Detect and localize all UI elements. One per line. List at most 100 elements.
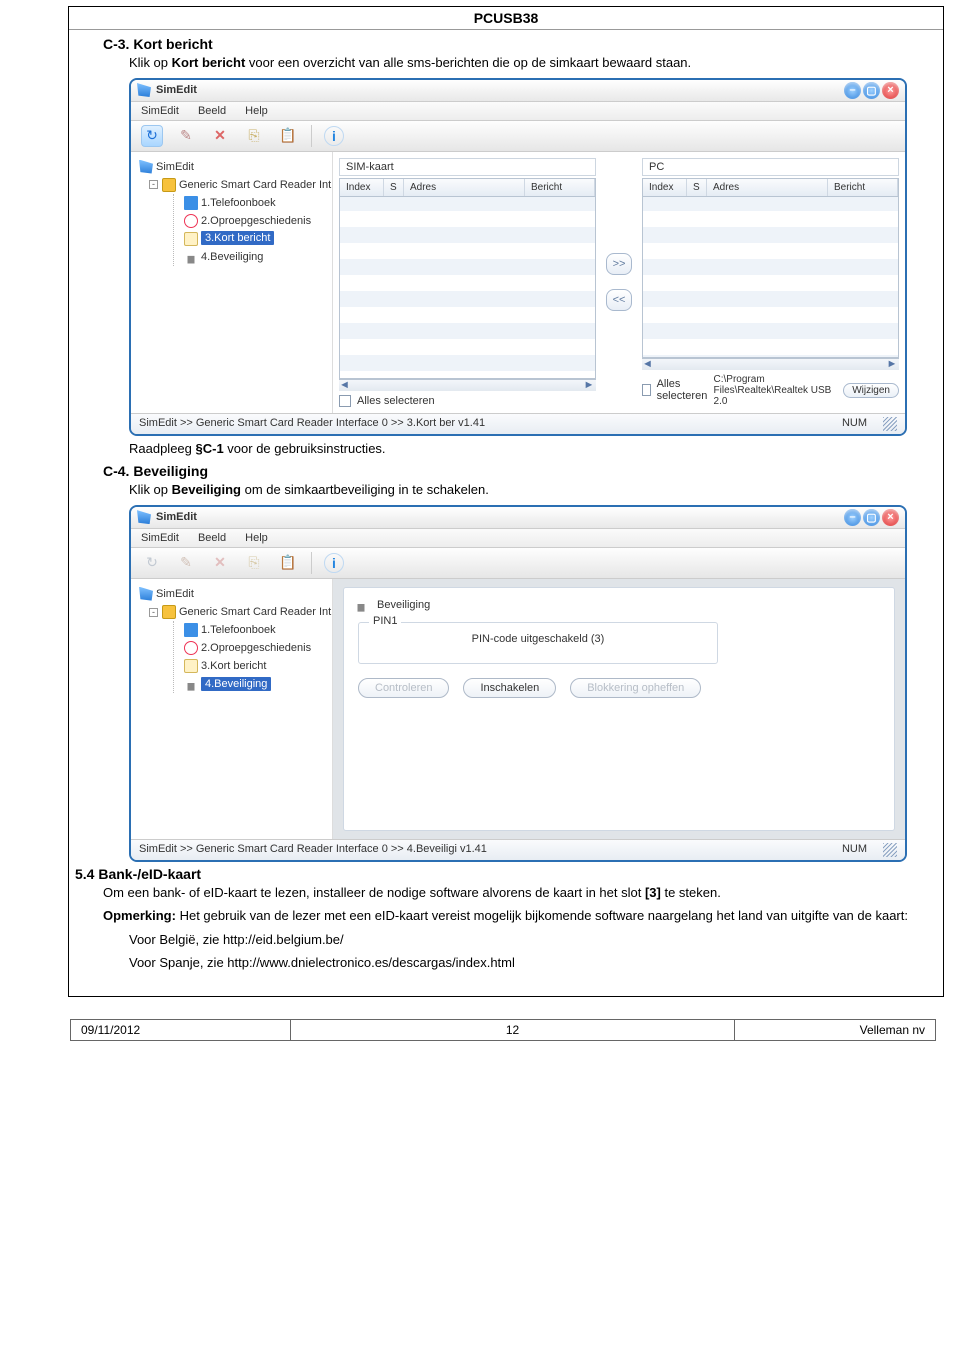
book-icon <box>184 623 198 637</box>
col-s[interactable]: S <box>384 179 404 196</box>
doc-product-title: PCUSB38 <box>69 7 943 30</box>
tree-label: Generic Smart Card Reader Int <box>179 606 331 618</box>
tree-sidebar: SimEdit - Generic Smart Card Reader Int 1… <box>131 152 333 413</box>
enable-button[interactable]: Inschakelen <box>463 678 556 698</box>
tree-item-history[interactable]: 2.Oproepgeschiedenis <box>182 639 328 657</box>
menu-beeld[interactable]: Beeld <box>198 105 226 117</box>
tree-root[interactable]: SimEdit <box>137 158 328 176</box>
menu-beeld[interactable]: Beeld <box>198 532 226 544</box>
toolbar: ↻ ✎ ✕ ⎘ 📋 i <box>131 121 905 152</box>
scroll-left-icon[interactable]: ◄ <box>642 359 656 369</box>
tree-item-phonebook[interactable]: 1.Telefoonboek <box>182 194 328 212</box>
scroll-right-icon[interactable]: ► <box>582 380 596 390</box>
minimize-icon[interactable]: – <box>844 82 861 99</box>
sim-grid: SIM-kaart Index S Adres Bericht ◄ ► <box>339 158 596 407</box>
tree-reader[interactable]: - Generic Smart Card Reader Int <box>147 176 328 194</box>
col-adres[interactable]: Adres <box>707 179 828 196</box>
minimize-icon[interactable]: – <box>844 509 861 526</box>
menu-help[interactable]: Help <box>245 105 268 117</box>
paste-icon[interactable]: 📋 <box>277 125 299 147</box>
tree-label: 1.Telefoonboek <box>201 624 276 636</box>
hscroll[interactable]: ◄ ► <box>339 379 596 391</box>
message-icon <box>184 232 198 246</box>
pc-grid: PC Index S Adres Bericht ◄ ► <box>642 158 899 407</box>
change-button[interactable]: Wijzigen <box>843 383 899 398</box>
text-bold: §C-1 <box>196 441 224 456</box>
tree-item-security[interactable]: 4.Beveiliging <box>182 675 328 693</box>
refresh-icon: ↻ <box>141 552 163 574</box>
new-icon[interactable]: ✎ <box>175 125 197 147</box>
tree-item-sms[interactable]: 3.Kort bericht <box>182 230 328 248</box>
tree-item-security[interactable]: 4.Beveiliging <box>182 248 328 266</box>
resize-grip-icon[interactable] <box>883 843 897 857</box>
scroll-left-icon[interactable]: ◄ <box>339 380 353 390</box>
history-icon <box>184 641 198 655</box>
tree-item-sms[interactable]: 3.Kort bericht <box>182 657 328 675</box>
tree-label: SimEdit <box>156 588 194 600</box>
menubar: SimEdit Beeld Help <box>131 529 905 548</box>
text-bold: Opmerking: <box>103 908 176 923</box>
delete-icon: ✕ <box>209 552 231 574</box>
tree-item-history[interactable]: 2.Oproepgeschiedenis <box>182 212 328 230</box>
footer-page-number: 12 <box>291 1020 735 1040</box>
col-adres[interactable]: Adres <box>404 179 525 196</box>
resize-grip-icon[interactable] <box>883 417 897 431</box>
text: Klik op <box>129 482 172 497</box>
new-icon: ✎ <box>175 552 197 574</box>
refresh-icon[interactable]: ↻ <box>141 125 163 147</box>
text: om de simkaartbeveiliging in te schakele… <box>241 482 489 497</box>
app-icon <box>137 83 151 97</box>
menu-simedit[interactable]: SimEdit <box>141 532 179 544</box>
sim-icon <box>139 587 153 601</box>
chip-icon <box>162 178 176 192</box>
move-left-button[interactable]: << <box>606 289 632 311</box>
tree-root[interactable]: SimEdit <box>137 585 328 603</box>
grid-header: Index S Adres Bericht <box>340 179 595 197</box>
status-num: NUM <box>842 417 867 431</box>
maximize-icon[interactable]: ▢ <box>863 82 880 99</box>
close-icon[interactable]: × <box>882 82 899 99</box>
book-icon <box>184 196 198 210</box>
heading-5-4: 5.4 Bank-/eID-kaart <box>75 866 915 882</box>
collapse-icon[interactable]: - <box>149 608 158 617</box>
status-num: NUM <box>842 843 867 857</box>
para-5-4-1: Om een bank- of eID-kaart te lezen, inst… <box>103 884 915 902</box>
col-bericht[interactable]: Bericht <box>525 179 595 196</box>
collapse-icon[interactable]: - <box>149 180 158 189</box>
close-icon[interactable]: × <box>882 509 899 526</box>
toolbar: ↻ ✎ ✕ ⎘ 📋 i <box>131 548 905 579</box>
control-button: Controleren <box>358 678 449 698</box>
grid-label-sim: SIM-kaart <box>339 158 596 176</box>
col-index[interactable]: Index <box>340 179 384 196</box>
tree-label: Generic Smart Card Reader Int <box>179 178 331 190</box>
copy-icon[interactable]: ⎘ <box>243 125 265 147</box>
text: Klik op <box>129 55 172 70</box>
hscroll[interactable]: ◄ ► <box>642 358 899 370</box>
pin1-legend: PIN1 <box>369 615 401 627</box>
scroll-right-icon[interactable]: ► <box>885 359 899 369</box>
window-title: SimEdit <box>156 511 844 523</box>
col-index[interactable]: Index <box>643 179 687 196</box>
move-right-button[interactable]: >> <box>606 253 632 275</box>
select-all-label: Alles selecteren <box>657 378 708 402</box>
statusbar: SimEdit >> Generic Smart Card Reader Int… <box>131 839 905 860</box>
col-s[interactable]: S <box>687 179 707 196</box>
delete-icon[interactable]: ✕ <box>209 125 231 147</box>
text-bold: Kort bericht <box>172 55 246 70</box>
paste-icon: 📋 <box>277 552 299 574</box>
info-icon[interactable]: i <box>324 126 344 146</box>
maximize-icon[interactable]: ▢ <box>863 509 880 526</box>
menu-help[interactable]: Help <box>245 532 268 544</box>
col-bericht[interactable]: Bericht <box>828 179 898 196</box>
pc-path: C:\Program Files\Realtek\Realtek USB 2.0 <box>714 374 838 407</box>
tree-item-phonebook[interactable]: 1.Telefoonboek <box>182 621 328 639</box>
info-icon[interactable]: i <box>324 553 344 573</box>
text: Raadpleeg <box>129 441 196 456</box>
page-footer: 09/11/2012 12 Velleman nv <box>70 1019 936 1041</box>
tree-reader[interactable]: - Generic Smart Card Reader Int <box>147 603 328 621</box>
menu-simedit[interactable]: SimEdit <box>141 105 179 117</box>
history-icon <box>184 214 198 228</box>
select-all-checkbox[interactable] <box>642 384 651 396</box>
text: te steken. <box>661 885 721 900</box>
select-all-checkbox[interactable] <box>339 395 351 407</box>
